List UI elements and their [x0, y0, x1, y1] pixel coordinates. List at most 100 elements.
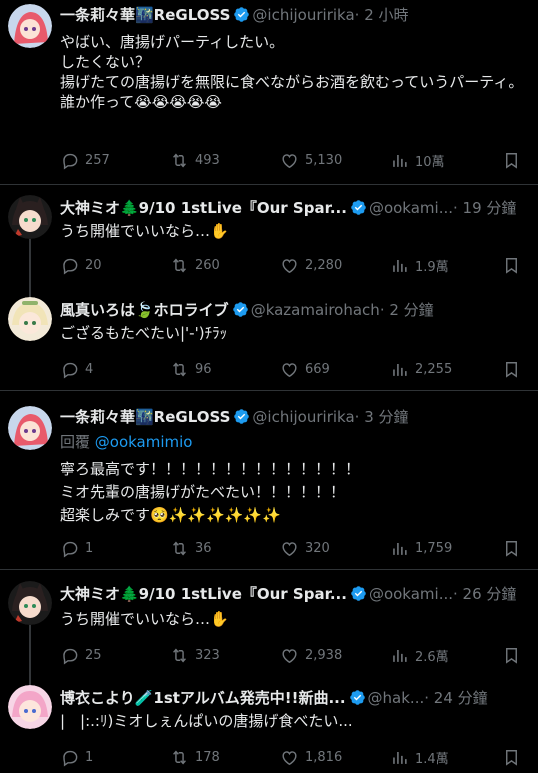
- tweet-header: 博衣こより🧪1stアルバム発売中!!新曲... @hak...· 24 分鐘: [60, 687, 530, 709]
- reply-button[interactable]: 25: [60, 645, 102, 665]
- tweet[interactable]: 博衣こより🧪1stアルバム発売中!!新曲... @hak...· 24 分鐘 | …: [0, 675, 538, 773]
- like-button[interactable]: 669: [280, 359, 330, 379]
- reply-count: 25: [85, 647, 102, 663]
- timestamp[interactable]: · 26 分鐘: [453, 585, 516, 603]
- timestamp[interactable]: · 2 小時: [355, 6, 409, 24]
- reply-icon: [63, 258, 78, 274]
- like-button[interactable]: 2,938: [280, 645, 342, 665]
- thread-connector: [29, 625, 31, 675]
- handle[interactable]: @ookami...: [369, 199, 453, 217]
- bookmark-button[interactable]: [502, 359, 527, 379]
- bookmark-button[interactable]: [502, 645, 527, 665]
- like-icon: [282, 541, 297, 556]
- retweet-button[interactable]: 493: [170, 150, 220, 170]
- tweet[interactable]: 風真いろは🍃ホロライブ @kazamairohach· 2 分鐘 ござるもたべたい…: [0, 289, 538, 391]
- like-icon: [282, 258, 297, 273]
- display-name[interactable]: 一条莉々華🌃ReGLOSS: [60, 408, 230, 426]
- retweet-button[interactable]: 36: [170, 538, 212, 558]
- bookmark-button[interactable]: [502, 150, 527, 170]
- verified-badge-icon: [232, 302, 248, 317]
- views-button[interactable]: 1.9萬: [390, 255, 449, 275]
- avatar[interactable]: [8, 4, 52, 48]
- views-button[interactable]: 2.6萬: [390, 645, 449, 665]
- bookmark-icon: [506, 257, 517, 274]
- views-button[interactable]: 10萬: [390, 150, 445, 170]
- avatar[interactable]: [8, 297, 52, 341]
- tweet[interactable]: 一条莉々華🌃ReGLOSS @ichijouririka· 2 小時 やばい、唐揚…: [0, 0, 538, 185]
- views-button[interactable]: 1,759: [390, 538, 452, 558]
- tweet-header: 大神ミオ🌲9/10 1stLive『Our Spar... @ookami...·…: [60, 197, 530, 219]
- retweet-count: 96: [195, 361, 212, 377]
- retweet-button[interactable]: 260: [170, 255, 220, 275]
- avatar[interactable]: [8, 581, 52, 625]
- tweet-actions: 20 260 2,280 1.9萬: [60, 255, 530, 275]
- tweet-text: うち開催でいいなら…✋: [60, 610, 229, 628]
- reply-button[interactable]: 1: [60, 538, 93, 558]
- retweet-button[interactable]: 96: [170, 359, 212, 379]
- view-count: 2.6萬: [415, 649, 449, 665]
- retweet-icon: [173, 540, 186, 556]
- tweet-actions: 257 493 5,130 10萬: [60, 150, 530, 170]
- timestamp[interactable]: · 19 分鐘: [453, 199, 516, 217]
- like-icon: [282, 750, 297, 765]
- reply-button[interactable]: 20: [60, 255, 102, 275]
- like-count: 669: [305, 361, 330, 377]
- like-icon: [282, 648, 297, 663]
- views-button[interactable]: 1.4萬: [390, 747, 449, 767]
- like-button[interactable]: 1,816: [280, 747, 342, 767]
- tweet-header: 一条莉々華🌃ReGLOSS @ichijouririka· 2 小時: [60, 4, 530, 26]
- display-name[interactable]: 大神ミオ🌲9/10 1stLive『Our Spar...: [60, 585, 347, 603]
- retweet-button[interactable]: 323: [170, 645, 220, 665]
- avatar[interactable]: [8, 406, 52, 450]
- like-button[interactable]: 320: [280, 538, 330, 558]
- tweet-actions: 4 96 669 2,255: [60, 359, 530, 379]
- verified-badge-icon: [234, 7, 250, 22]
- timestamp[interactable]: · 2 分鐘: [380, 301, 434, 319]
- reply-button[interactable]: 257: [60, 150, 110, 170]
- tweet-actions: 1 178 1,816 1.4萬: [60, 747, 530, 767]
- handle[interactable]: @ookami...: [369, 585, 453, 603]
- avatar[interactable]: [8, 685, 52, 729]
- view-count: 10萬: [415, 154, 445, 170]
- tweet-text: | |:.:ﾘ)ミオしぇんぱいの唐揚げ食べたい...: [60, 712, 353, 730]
- tweet[interactable]: 一条莉々華🌃ReGLOSS @ichijouririka· 3 分鐘 回覆 @oo…: [0, 392, 538, 570]
- views-button[interactable]: 2,255: [390, 359, 452, 379]
- reply-count: 1: [85, 749, 94, 765]
- timestamp[interactable]: · 3 分鐘: [355, 408, 409, 426]
- avatar[interactable]: [8, 195, 52, 239]
- view-count: 1,759: [415, 540, 453, 556]
- tweet[interactable]: 大神ミオ🌲9/10 1stLive『Our Spar... @ookami...·…: [0, 185, 538, 289]
- like-button[interactable]: 2,280: [280, 255, 342, 275]
- reply-icon: [63, 750, 78, 766]
- handle[interactable]: @ichijouririka: [252, 6, 354, 24]
- reply-button[interactable]: 4: [60, 359, 93, 379]
- handle[interactable]: @hak...: [368, 689, 425, 707]
- bookmark-icon: [506, 361, 517, 378]
- retweet-button[interactable]: 178: [170, 747, 220, 767]
- display-name[interactable]: 大神ミオ🌲9/10 1stLive『Our Spar...: [60, 199, 347, 217]
- display-name[interactable]: 博衣こより🧪1stアルバム発売中!!新曲...: [60, 689, 346, 707]
- timestamp[interactable]: · 24 分鐘: [424, 689, 487, 707]
- bookmark-button[interactable]: [502, 255, 527, 275]
- reply-button[interactable]: 1: [60, 747, 93, 767]
- handle[interactable]: @kazamairohach: [251, 301, 380, 319]
- like-button[interactable]: 5,130: [280, 150, 342, 170]
- handle[interactable]: @ichijouririka: [252, 408, 354, 426]
- view-count: 1.9萬: [415, 259, 449, 275]
- reply-mention-link[interactable]: @ookamimio: [95, 433, 193, 451]
- retweet-count: 323: [195, 647, 220, 663]
- reply-context: 回覆 @ookamimio: [60, 432, 193, 452]
- views-icon: [393, 542, 407, 555]
- tweet-header: 大神ミオ🌲9/10 1stLive『Our Spar... @ookami...·…: [60, 583, 530, 605]
- retweet-count: 260: [195, 257, 220, 273]
- display-name[interactable]: 一条莉々華🌃ReGLOSS: [60, 6, 230, 24]
- display-name[interactable]: 風真いろは🍃ホロライブ: [60, 301, 229, 319]
- retweet-count: 493: [195, 152, 220, 168]
- tweet[interactable]: 大神ミオ🌲9/10 1stLive『Our Spar... @ookami...·…: [0, 571, 538, 675]
- bookmark-button[interactable]: [502, 747, 527, 767]
- tweet-text: 寧ろ最高です！！！！！！！！！！！！！！ ミオ先輩の唐揚げがたべたい！！！！！！…: [60, 460, 361, 524]
- retweet-icon: [173, 647, 186, 663]
- bookmark-button[interactable]: [502, 538, 527, 558]
- bookmark-icon: [506, 540, 517, 557]
- view-count: 1.4萬: [415, 751, 449, 767]
